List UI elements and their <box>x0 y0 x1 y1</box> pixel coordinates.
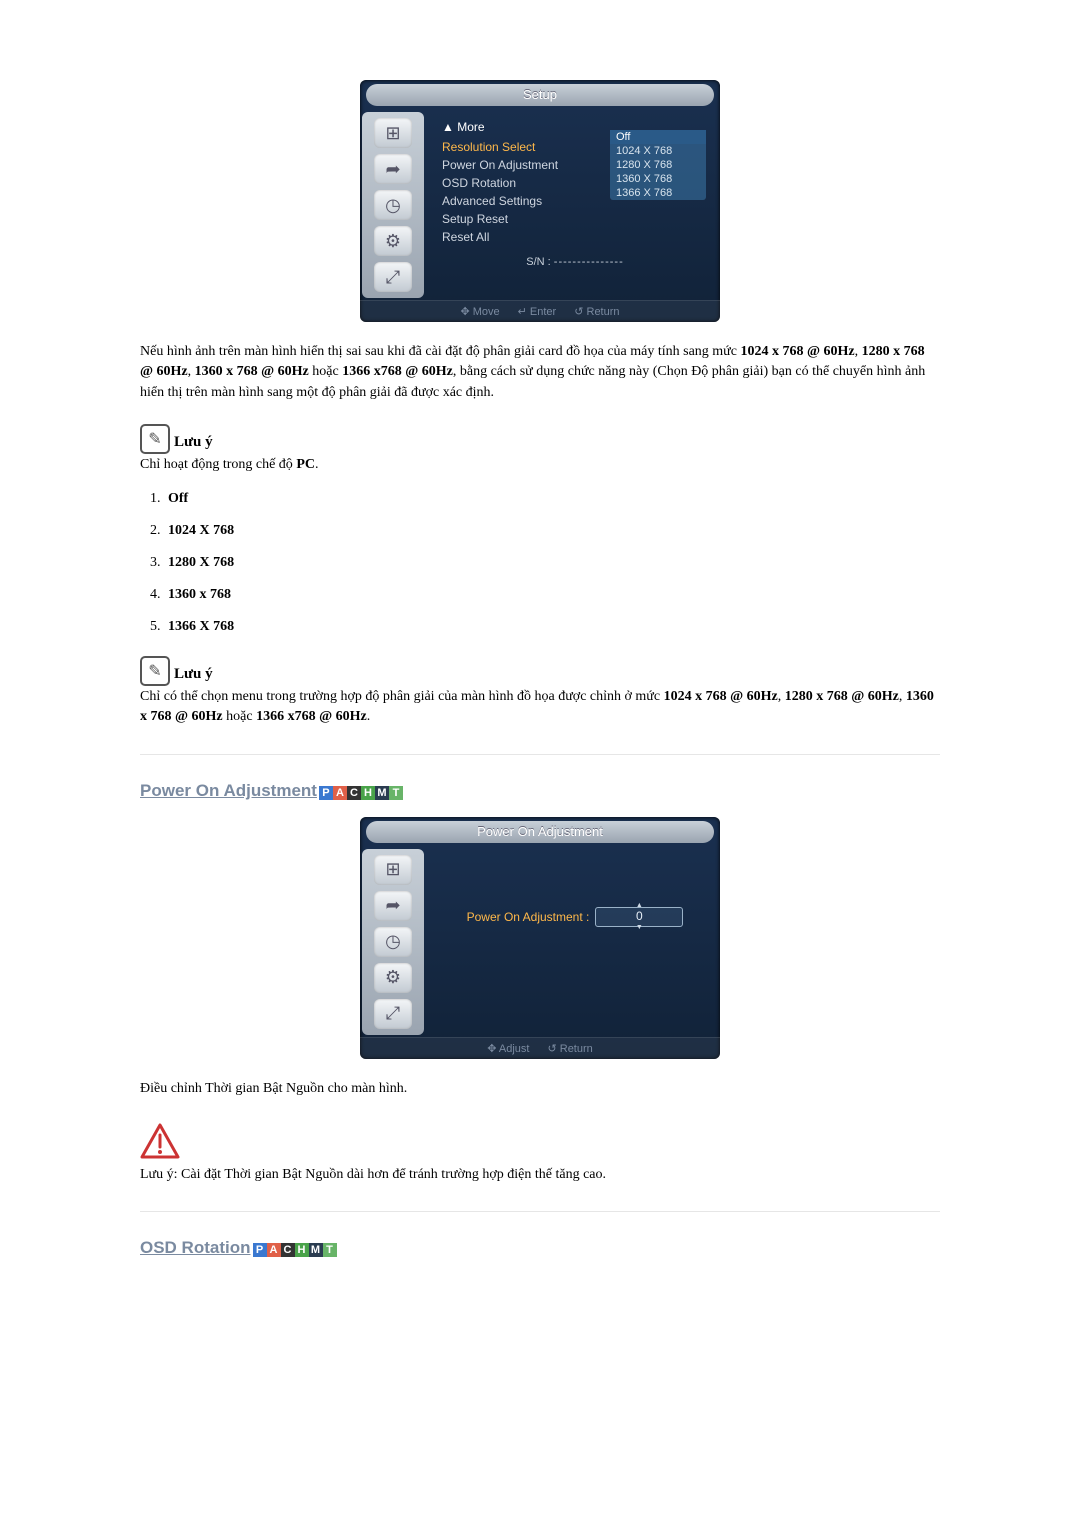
badge-c: C <box>281 1243 295 1257</box>
osd-sidebar: ⊞ ➦ ◷ ⚙ ⤢ <box>362 849 424 1035</box>
clock-icon[interactable]: ◷ <box>374 190 412 220</box>
section-title-osd-rotation: OSD Rotation <box>140 1238 251 1258</box>
dropdown-option-1024[interactable]: 1024 X 768 <box>610 144 706 158</box>
badge-t: T <box>389 786 403 800</box>
mode-badges: P A C H M T <box>253 1243 337 1257</box>
size-icon[interactable]: ⤢ <box>374 999 412 1029</box>
dropdown-option-1360[interactable]: 1360 X 768 <box>610 172 706 186</box>
option-3: 1280 X 768 <box>164 555 940 571</box>
hint-return: ↺ Return <box>574 305 619 318</box>
badge-p: P <box>253 1243 267 1257</box>
explanation-paragraph: Nếu hình ảnh trên màn hình hiển thị sai … <box>140 342 940 403</box>
gear-icon[interactable]: ⚙ <box>374 226 412 256</box>
dropdown-option-off[interactable]: Off <box>610 130 706 144</box>
serial-number: S/N : --------------- <box>442 256 708 268</box>
dropdown-option-1366[interactable]: 1366 X 768 <box>610 186 706 200</box>
display-icon[interactable]: ⊞ <box>374 118 412 148</box>
option-5: 1366 X 768 <box>164 619 940 635</box>
note-heading-1: ✎ Lưu ý <box>140 421 940 451</box>
osd-poa-panel: Power On Adjustment ⊞ ➦ ◷ ⚙ ⤢ Power On A… <box>360 817 720 1059</box>
divider <box>140 754 940 755</box>
badge-h: H <box>295 1243 309 1257</box>
section-power-on-adjustment: Power On Adjustment P A C H M T <box>140 781 940 801</box>
poa-warning-text: Lưu ý: Cài đặt Thời gian Bật Nguồn dài h… <box>140 1165 940 1185</box>
dropdown-option-1280[interactable]: 1280 X 768 <box>610 158 706 172</box>
badge-a: A <box>267 1243 281 1257</box>
osd-setup-panel: Setup ⊞ ➦ ◷ ⚙ ⤢ ▲ More Resolution Select… <box>360 80 720 322</box>
osd-footer: ✥ Move ↵ Enter ↺ Return <box>360 300 720 322</box>
menu-reset-all[interactable]: Reset All <box>442 228 708 246</box>
hint-return: ↺ Return <box>547 1042 592 1055</box>
resolution-dropdown[interactable]: Off 1024 X 768 1280 X 768 1360 X 768 136… <box>610 130 706 200</box>
osd-sidebar: ⊞ ➦ ◷ ⚙ ⤢ <box>362 112 424 298</box>
osd-poa-title: Power On Adjustment <box>366 821 714 843</box>
menu-setup-reset[interactable]: Setup Reset <box>442 210 708 228</box>
badge-m: M <box>309 1243 323 1257</box>
display-icon[interactable]: ⊞ <box>374 855 412 885</box>
pencil-icon: ✎ <box>140 424 170 454</box>
hint-enter: ↵ Enter <box>518 305 557 318</box>
option-4: 1360 x 768 <box>164 587 940 603</box>
signal-icon[interactable]: ➦ <box>374 154 412 184</box>
warning-icon <box>140 1123 180 1159</box>
gear-icon[interactable]: ⚙ <box>374 963 412 993</box>
note-2-text: Chỉ có thể chọn menu trong trường hợp độ… <box>140 687 940 728</box>
note-heading-2: ✎ Lưu ý <box>140 653 940 683</box>
divider <box>140 1211 940 1212</box>
options-list: Off 1024 X 768 1280 X 768 1360 x 768 136… <box>164 491 940 635</box>
signal-icon[interactable]: ➦ <box>374 891 412 921</box>
note-1-text: Chỉ hoạt động trong chế độ PC. <box>140 455 940 475</box>
poa-description: Điều chỉnh Thời gian Bật Nguồn cho màn h… <box>140 1079 940 1099</box>
badge-h: H <box>361 786 375 800</box>
osd-footer: ✥ Adjust ↺ Return <box>360 1037 720 1059</box>
hint-adjust: ✥ Adjust <box>487 1042 529 1055</box>
option-2: 1024 X 768 <box>164 523 940 539</box>
clock-icon[interactable]: ◷ <box>374 927 412 957</box>
poa-value-stepper[interactable]: 0 <box>595 907 683 927</box>
badge-t: T <box>323 1243 337 1257</box>
section-osd-rotation: OSD Rotation P A C H M T <box>140 1238 940 1258</box>
option-1: Off <box>164 491 940 507</box>
pencil-icon: ✎ <box>140 656 170 686</box>
badge-p: P <box>319 786 333 800</box>
badge-a: A <box>333 786 347 800</box>
section-title-poa: Power On Adjustment <box>140 781 317 801</box>
hint-move: ✥ Move <box>460 305 499 318</box>
badge-c: C <box>347 786 361 800</box>
mode-badges: P A C H M T <box>319 786 403 800</box>
poa-label: Power On Adjustment : <box>467 910 590 924</box>
osd-title: Setup <box>366 84 714 106</box>
size-icon[interactable]: ⤢ <box>374 262 412 292</box>
badge-m: M <box>375 786 389 800</box>
